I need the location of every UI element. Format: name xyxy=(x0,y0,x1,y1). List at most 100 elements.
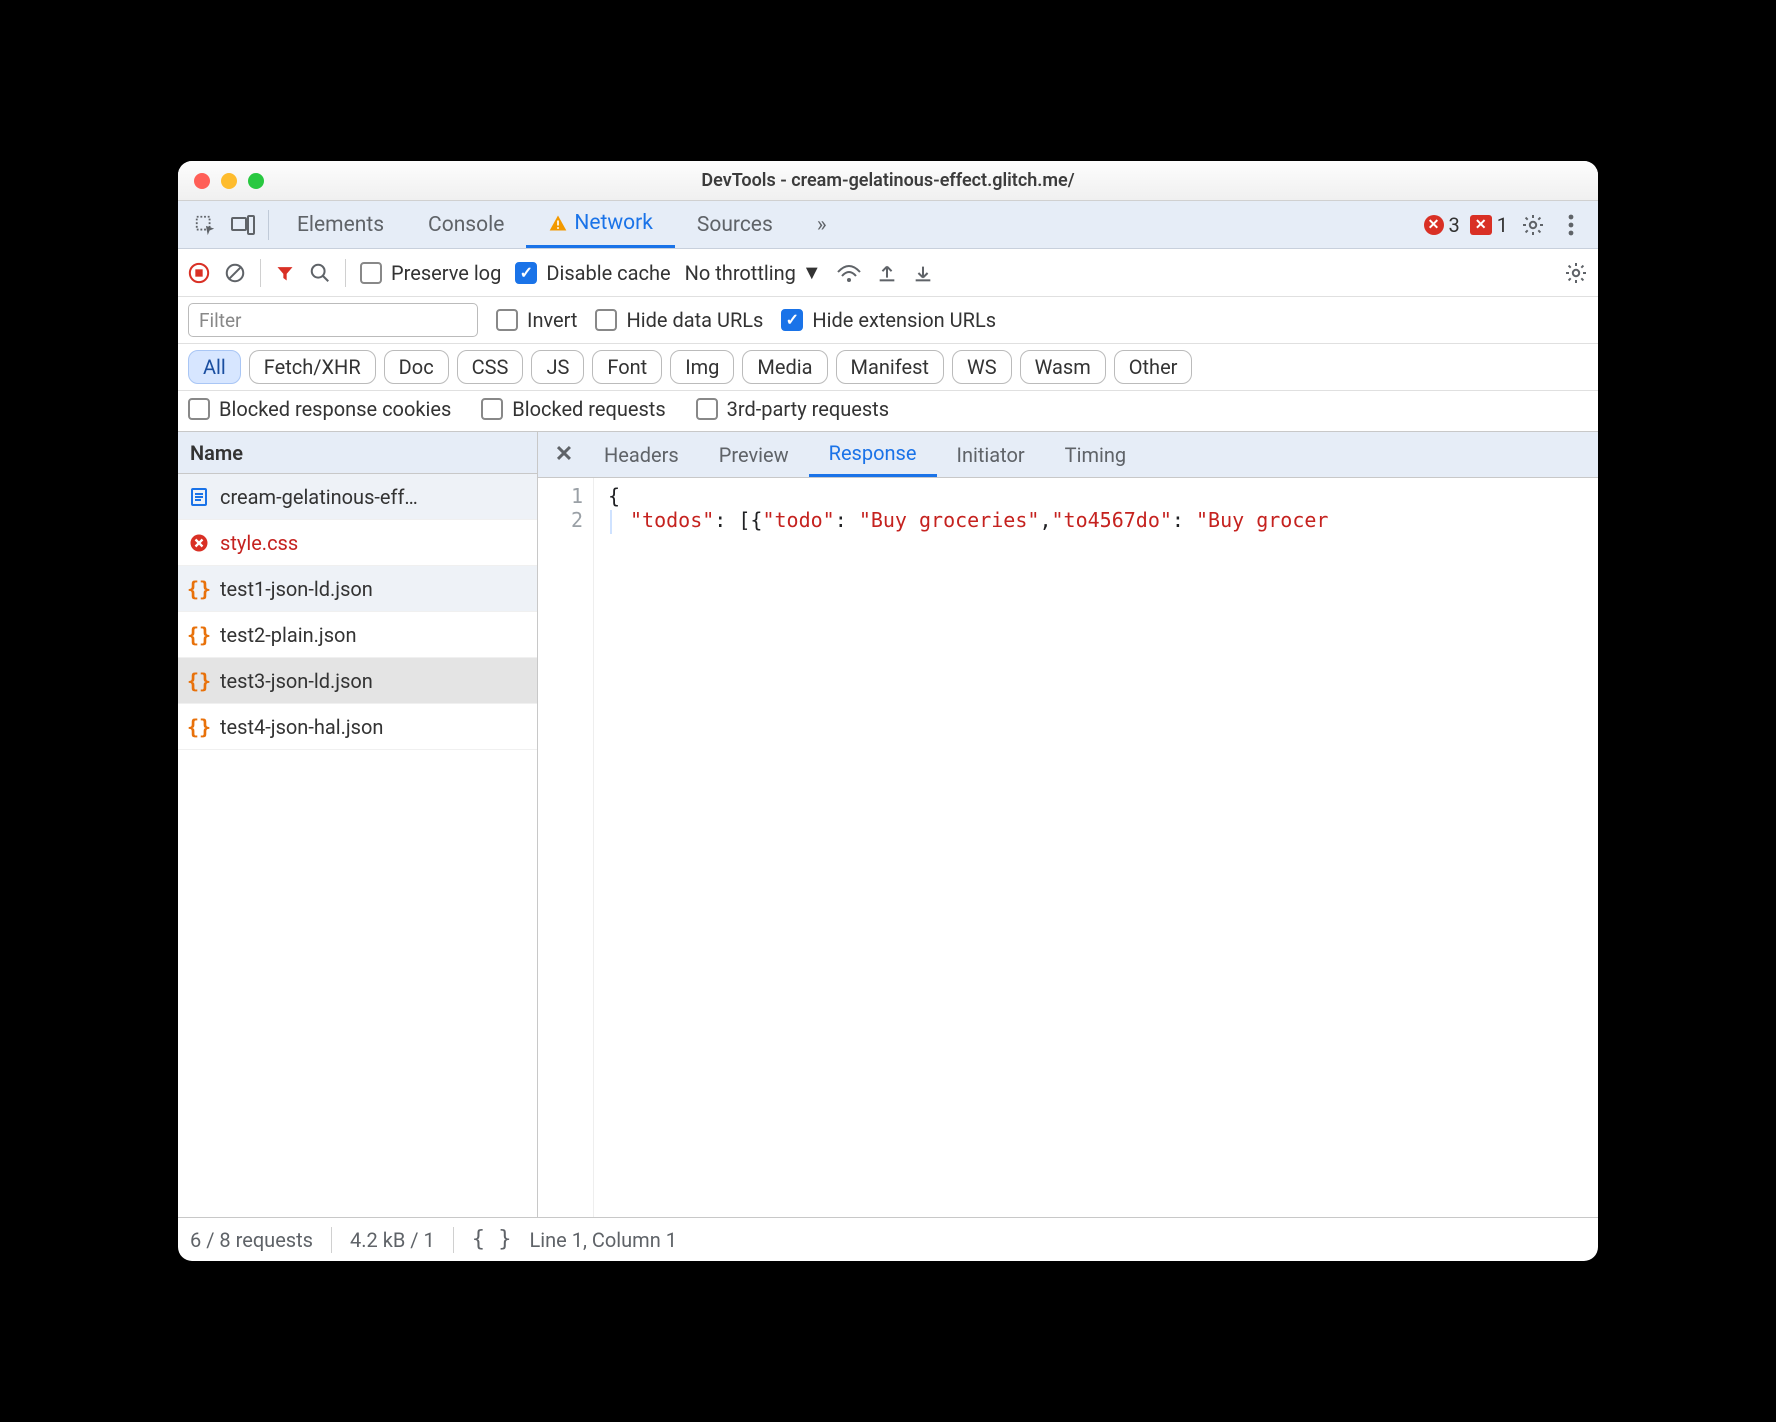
detail-tab-initiator[interactable]: Initiator xyxy=(937,432,1045,477)
window-title: DevTools - cream-gelatinous-effect.glitc… xyxy=(178,170,1598,191)
errors-badge[interactable]: ✕ 3 xyxy=(1424,213,1460,237)
disable-cache-label: Disable cache xyxy=(546,261,670,285)
chip-css[interactable]: CSS xyxy=(457,350,524,384)
request-name: test1-json-ld.json xyxy=(220,577,373,601)
request-row[interactable]: style.css xyxy=(178,520,537,566)
preserve-log-checkbox[interactable]: Preserve log xyxy=(360,261,501,285)
code-token: "Buy grocer xyxy=(1196,508,1328,532)
filter-placeholder: Filter xyxy=(199,309,241,332)
chip-label: Font xyxy=(607,355,647,379)
json-icon: {} xyxy=(188,578,210,600)
clear-button[interactable] xyxy=(224,262,246,284)
request-row[interactable]: {} test4-json-hal.json xyxy=(178,704,537,750)
detail-tab-preview[interactable]: Preview xyxy=(699,432,809,477)
close-detail-button[interactable]: ✕ xyxy=(544,432,584,477)
chip-fetchxhr[interactable]: Fetch/XHR xyxy=(249,350,376,384)
throttling-value: No throttling xyxy=(685,261,796,285)
checkbox-box xyxy=(360,262,382,284)
chip-label: WS xyxy=(967,355,997,379)
filter-input[interactable]: Filter xyxy=(188,303,478,337)
checkbox-box xyxy=(188,398,210,420)
record-button[interactable] xyxy=(188,262,210,284)
titlebar: DevTools - cream-gelatinous-effect.glitc… xyxy=(178,161,1598,201)
chip-wasm[interactable]: Wasm xyxy=(1020,350,1106,384)
chip-js[interactable]: JS xyxy=(531,350,584,384)
network-settings-icon[interactable] xyxy=(1564,261,1588,285)
network-split: Name cream-gelatinous-eff… style.css {} … xyxy=(178,432,1598,1217)
request-row[interactable]: cream-gelatinous-eff… xyxy=(178,474,537,520)
chip-other[interactable]: Other xyxy=(1114,350,1193,384)
code-token: , xyxy=(1039,508,1051,532)
minimize-window-button[interactable] xyxy=(221,173,237,189)
request-name: cream-gelatinous-eff… xyxy=(220,485,418,509)
invert-checkbox[interactable]: Invert xyxy=(496,308,577,332)
search-icon[interactable] xyxy=(309,262,331,284)
request-detail: ✕ Headers Preview Response Initiator Tim… xyxy=(538,432,1598,1217)
error-icon: ✕ xyxy=(1424,215,1444,235)
chip-font[interactable]: Font xyxy=(592,350,662,384)
inspect-element-icon[interactable] xyxy=(186,201,224,248)
blocked-cookies-checkbox[interactable]: Blocked response cookies xyxy=(188,397,451,421)
chip-doc[interactable]: Doc xyxy=(384,350,449,384)
json-icon: {} xyxy=(188,716,210,738)
hide-extension-urls-checkbox[interactable]: Hide extension URLs xyxy=(781,308,996,332)
detail-tab-response[interactable]: Response xyxy=(809,432,937,477)
kebab-menu-icon[interactable] xyxy=(1552,201,1590,248)
chip-label: Fetch/XHR xyxy=(264,355,361,379)
upload-har-icon[interactable] xyxy=(876,262,898,284)
chip-ws[interactable]: WS xyxy=(952,350,1012,384)
chip-all[interactable]: All xyxy=(188,350,241,384)
checkbox-box xyxy=(696,398,718,420)
code-token: : xyxy=(835,508,859,532)
tab-elements[interactable]: Elements xyxy=(275,201,406,248)
disable-cache-checkbox[interactable]: Disable cache xyxy=(515,261,670,285)
chip-manifest[interactable]: Manifest xyxy=(836,350,944,384)
detail-tab-headers[interactable]: Headers xyxy=(584,432,699,477)
third-party-checkbox[interactable]: 3rd-party requests xyxy=(696,397,889,421)
line-gutter: 1 2 xyxy=(538,478,594,1217)
checkbox-box xyxy=(481,398,503,420)
hide-data-urls-label: Hide data URLs xyxy=(626,308,763,332)
request-row[interactable]: {} test2-plain.json xyxy=(178,612,537,658)
code-token: "to4567do" xyxy=(1051,508,1171,532)
response-body[interactable]: 1 2 { "todos": [{"todo": "Buy groceries"… xyxy=(538,478,1598,1217)
code-content: { "todos": [{"todo": "Buy groceries","to… xyxy=(594,478,1598,1217)
download-har-icon[interactable] xyxy=(912,262,934,284)
more-tabs-button[interactable]: » xyxy=(795,201,849,248)
throttling-select[interactable]: No throttling ▼ xyxy=(685,260,822,285)
preserve-log-label: Preserve log xyxy=(391,261,501,285)
dtab-label: Headers xyxy=(604,443,679,467)
chip-img[interactable]: Img xyxy=(670,350,734,384)
issues-badge[interactable]: ✕ 1 xyxy=(1470,213,1508,237)
filter-row: Filter Invert Hide data URLs Hide extens… xyxy=(178,297,1598,344)
network-conditions-icon[interactable] xyxy=(836,262,862,284)
pretty-print-icon[interactable]: { } xyxy=(472,1227,512,1252)
request-list-header[interactable]: Name xyxy=(178,432,537,474)
tab-network[interactable]: Network xyxy=(526,201,675,248)
maximize-window-button[interactable] xyxy=(248,173,264,189)
hide-data-urls-checkbox[interactable]: Hide data URLs xyxy=(595,308,763,332)
panel-tabstrip: Elements Console Network Sources » ✕ 3 ✕… xyxy=(178,201,1598,249)
chip-label: Manifest xyxy=(851,355,929,379)
dtab-label: Preview xyxy=(719,443,789,467)
chip-media[interactable]: Media xyxy=(742,350,827,384)
code-token: : xyxy=(1172,508,1196,532)
status-transfer: 4.2 kB / 1 xyxy=(350,1228,435,1252)
detail-tab-timing[interactable]: Timing xyxy=(1045,432,1146,477)
chip-label: CSS xyxy=(472,355,509,379)
tab-console[interactable]: Console xyxy=(406,201,526,248)
request-name: test2-plain.json xyxy=(220,623,357,647)
network-toolbar: Preserve log Disable cache No throttling… xyxy=(178,249,1598,297)
filter-toggle-icon[interactable] xyxy=(275,263,295,283)
close-window-button[interactable] xyxy=(194,173,210,189)
chip-label: Doc xyxy=(399,355,434,379)
settings-icon[interactable] xyxy=(1514,201,1552,248)
request-row[interactable]: {} test3-json-ld.json xyxy=(178,658,537,704)
tab-sources-label: Sources xyxy=(697,213,773,237)
device-toggle-icon[interactable] xyxy=(224,201,262,248)
code-token: "todo" xyxy=(762,508,834,532)
tab-sources[interactable]: Sources xyxy=(675,201,795,248)
blocked-requests-checkbox[interactable]: Blocked requests xyxy=(481,397,665,421)
blocked-row: Blocked response cookies Blocked request… xyxy=(178,391,1598,432)
request-row[interactable]: {} test1-json-ld.json xyxy=(178,566,537,612)
